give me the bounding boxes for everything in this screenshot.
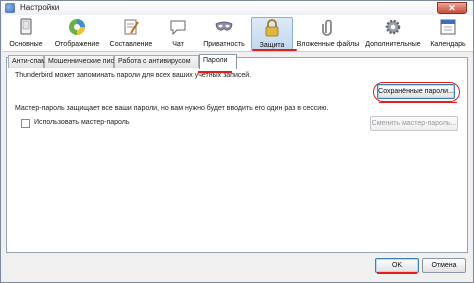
toolbar-general[interactable]: Основные xyxy=(4,17,48,51)
ok-button[interactable]: OK xyxy=(375,258,419,273)
toolbar-chat-label: Чат xyxy=(172,41,184,48)
tab-antispam[interactable]: Анти-спам xyxy=(8,55,46,68)
thunderbird-icon xyxy=(5,3,15,13)
toolbar-privacy[interactable]: Приватность xyxy=(200,17,248,51)
toolbar-privacy-label: Приватность xyxy=(203,41,245,48)
gear-icon xyxy=(385,19,401,35)
preferences-window: Настройки ✕ Основные Отображение Составл… xyxy=(0,0,474,283)
close-button[interactable]: ✕ xyxy=(437,2,467,14)
use-master-password-label: Использовать мастер-пароль xyxy=(34,119,130,126)
toolbar-general-label: Основные xyxy=(9,41,43,48)
toolbar-advanced[interactable]: Дополнительные xyxy=(364,17,422,51)
toolbar-display[interactable]: Отображение xyxy=(52,17,102,51)
change-master-password-button[interactable]: Сменить мастер-пароль... xyxy=(370,116,458,131)
remember-passwords-text: Thunderbird может запоминать пароли для … xyxy=(15,72,252,79)
cancel-button[interactable]: Отмена xyxy=(422,258,466,273)
ok-button-underline xyxy=(377,272,417,274)
tab-passwords[interactable]: Пароли xyxy=(199,54,237,69)
toolbar-calendar[interactable]: Календарь xyxy=(426,17,470,51)
title-bar: Настройки ✕ xyxy=(1,1,473,15)
security-highlight-underline xyxy=(252,49,297,51)
paperclip-icon xyxy=(322,19,332,36)
use-master-password-checkbox[interactable] xyxy=(21,119,30,128)
toolbar-chat[interactable]: Чат xyxy=(160,17,196,51)
mask-icon xyxy=(215,21,233,31)
palette-icon xyxy=(69,19,85,35)
toolbar-attachments-label: Вложенные файлы xyxy=(296,41,360,48)
tab-scam[interactable]: Мошеннические письма xyxy=(44,55,126,68)
preferences-toolbar: Основные Отображение Составление Чат При… xyxy=(2,15,473,52)
toolbar-calendar-label: Календарь xyxy=(430,41,466,48)
window-title: Настройки xyxy=(20,3,60,12)
toolbar-display-label: Отображение xyxy=(54,41,100,48)
toolbar-compose-label: Составление xyxy=(109,41,153,48)
toolbar-security[interactable]: Защита xyxy=(251,17,293,51)
chat-icon xyxy=(170,20,186,36)
compose-icon xyxy=(124,19,139,35)
toolbar-compose[interactable]: Составление xyxy=(106,17,156,51)
saved-passwords-highlight xyxy=(373,82,460,102)
toolbar-attachments[interactable]: Вложенные файлы xyxy=(296,17,360,51)
lock-icon xyxy=(265,19,279,37)
toolbar-security-label: Защита xyxy=(259,42,285,49)
monitor-icon xyxy=(20,18,32,35)
master-password-text: Мастер-пароль защищает все ваши пароли, … xyxy=(15,105,329,112)
calendar-icon xyxy=(440,19,456,35)
toolbar-advanced-label: Дополнительные xyxy=(365,41,421,48)
tab-antivirus[interactable]: Работа с антивирусом xyxy=(114,55,199,68)
saved-passwords-underline xyxy=(379,102,457,103)
